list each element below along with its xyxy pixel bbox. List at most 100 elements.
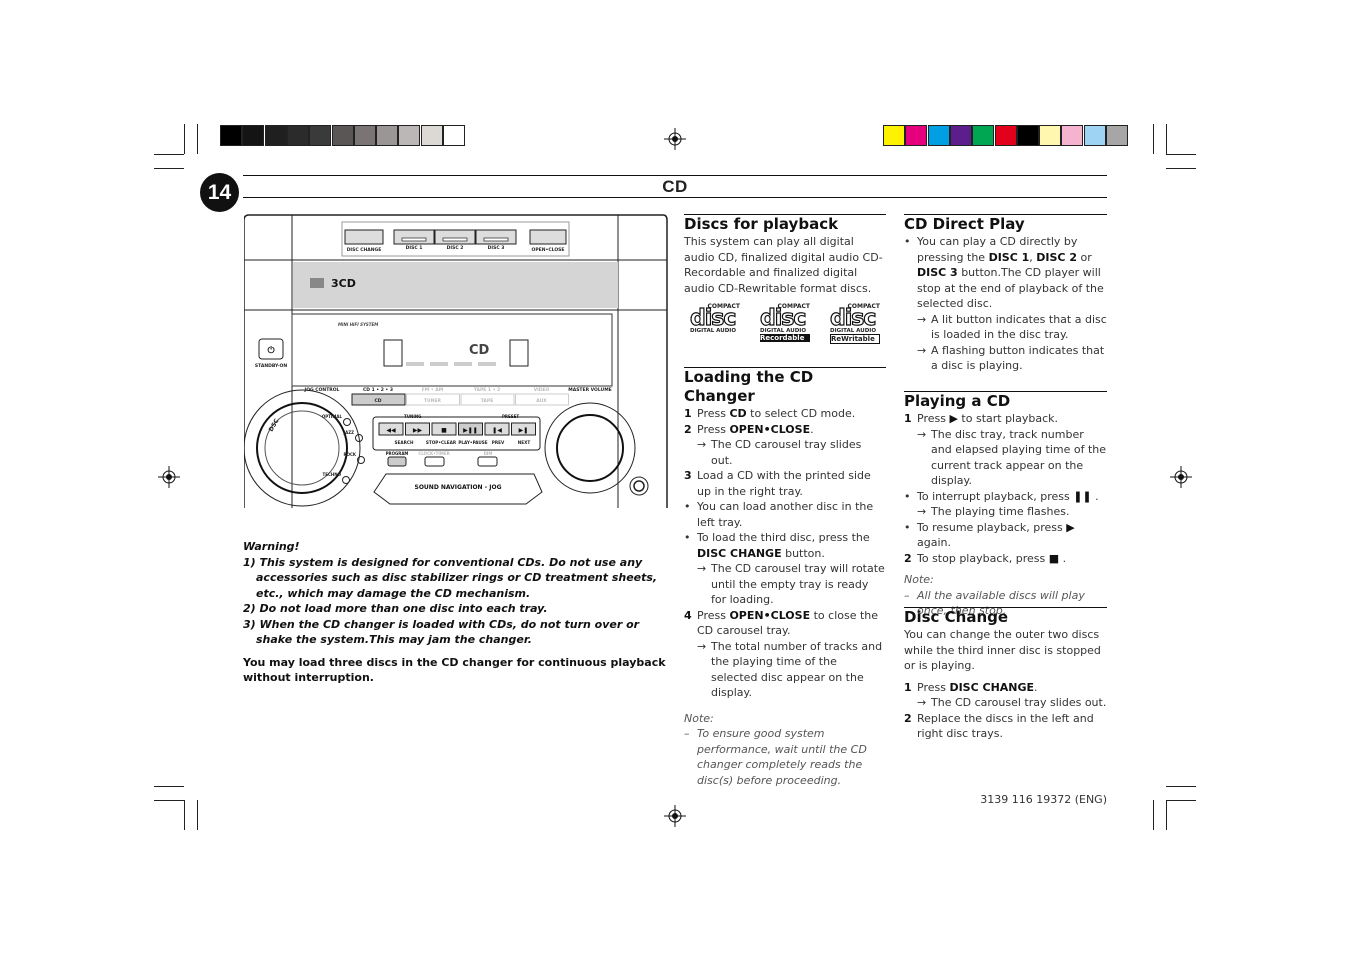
disc-change-steps: 1 Press DISC CHANGE. → The CD carousel tray… [904, 680, 1107, 742]
program-label: PROGRAM [386, 451, 409, 456]
text-segment: ▶ [1066, 520, 1075, 534]
list-item-bullet: • To interrupt playback, press ❚❚ . [904, 489, 1107, 505]
color-swatch [1016, 125, 1039, 146]
crop-mark [1166, 786, 1196, 787]
compact-disc-logo: COMPACT disc DIGITAL AUDIO Recordable [759, 303, 810, 347]
text-segment: The disc tray, track number and elapsed … [931, 427, 1107, 488]
disc-1-label: DISC 1 [406, 245, 423, 251]
sound-preset-label: ROCK [343, 452, 356, 457]
note-items: – To ensure good system performance, wait… [684, 726, 886, 788]
section-heading: Loading the CD Changer [684, 368, 814, 405]
color-swatch [420, 125, 443, 146]
title-rule-top [243, 175, 1107, 176]
list-item-arrow: → A lit button indicates that a disc is l… [904, 312, 1107, 343]
text-segment: A flashing button indicates that a disc … [931, 343, 1105, 373]
display-text: CD [469, 343, 490, 358]
list-item-arrow: → The disc tray, track number and elapsed… [904, 427, 1107, 489]
list-item-dash: – To ensure good system performance, wait… [684, 726, 886, 788]
crop-mark [1153, 800, 1154, 830]
text-segment: button. [781, 546, 825, 560]
transport-icon: ▶❚ [519, 427, 529, 434]
step-number: 1 [904, 680, 912, 694]
section-disc-change: Disc Change You can change the outer two… [904, 607, 1107, 742]
step-number: 2 [904, 551, 912, 565]
program-button [387, 456, 407, 467]
crop-mark [1166, 168, 1196, 169]
open-close-label: OPEN•CLOSE [532, 247, 565, 253]
transport-icon: ▶▶ [413, 427, 423, 434]
disc-2-button [434, 229, 476, 245]
section-playing-a-cd: Playing a CD 1 Press ▶ to start playback.… [904, 391, 1107, 619]
text-segment: ▶ [949, 412, 958, 425]
disc-3-button [475, 229, 517, 245]
text-segment: To load the third disc, press the [697, 531, 870, 544]
text-segment: Load a CD with the printed side up in th… [697, 469, 871, 498]
sound-preset-label: OPTIMAL [322, 414, 343, 419]
list-item-arrow: → The CD carousel tray will rotate until … [684, 561, 886, 608]
text-segment: . [1091, 489, 1099, 503]
source-label: VIDEO [534, 387, 550, 393]
text-segment: Press [697, 407, 730, 420]
source-label: FM • AM [422, 387, 444, 393]
color-swatch [309, 125, 332, 146]
warning-item: 3) When the CD changer is loaded with CD… [243, 617, 640, 647]
text-segment: DISC 1 [988, 250, 1030, 264]
color-swatch [972, 125, 995, 146]
text-segment: ❚❚ [1073, 489, 1092, 503]
text-segment: or [1076, 250, 1092, 264]
text-segment: again. [917, 536, 951, 549]
transport-label: STOP•CLEAR [426, 440, 457, 445]
warning-heading: Warning! [243, 540, 300, 553]
crop-mark [154, 786, 184, 787]
step-number: 4 [684, 608, 692, 622]
arrow-icon: → [697, 562, 707, 575]
list-item-bullet: • You can play a CD directly by pressing … [904, 234, 1107, 312]
bullet-icon: • [684, 531, 691, 544]
logo-format: ReWritable [830, 334, 880, 344]
clock-timer-label: CLOCK•TIMER [418, 451, 449, 456]
list-item-num: 1 Press CD to select CD mode. [684, 406, 886, 422]
source-button-label: CD [374, 398, 381, 404]
list-item-num: 4 Press OPEN•CLOSE to close the CD carous… [684, 608, 886, 639]
transport-icon: ▶❚❚ [463, 427, 478, 434]
sound-preset-button [343, 418, 351, 426]
direct-play-items: • You can play a CD directly by pressing … [904, 234, 1107, 374]
color-swatch [1061, 125, 1084, 146]
logo-main: disc [689, 306, 737, 331]
note-label: Note: [904, 573, 934, 586]
logo-format: Recordable [760, 334, 810, 342]
text-segment: to select CD mode. [746, 407, 856, 420]
load-summary: You may load three discs in the CD chang… [243, 655, 666, 685]
color-swatch [905, 125, 928, 146]
color-swatch [220, 125, 242, 146]
text-segment: CD [729, 407, 747, 420]
clock-timer-button [424, 456, 445, 467]
color-swatch [1083, 125, 1106, 146]
preset-label: PRESET [502, 414, 519, 419]
color-swatch [883, 125, 905, 146]
step-number: 3 [684, 469, 692, 482]
loading-steps: 1 Press CD to select CD mode. 2 Press OPEN•… [684, 406, 886, 701]
dim-button [477, 456, 498, 467]
arrow-icon: → [917, 343, 927, 357]
text-segment: To interrupt playback, press [917, 489, 1074, 503]
color-swatch [949, 125, 972, 146]
warning-block: Warning! 1) This system is designed for … [243, 539, 668, 686]
list-item-arrow: → The playing time flashes. [904, 504, 1107, 520]
note: Note: – To ensure good system performance… [684, 711, 886, 789]
step-number: – [904, 588, 910, 602]
headphone-jack [629, 476, 649, 496]
transport-icon: ■ [441, 427, 447, 434]
list-item-bullet: • You can load another disc in the left t… [684, 499, 886, 530]
transport-icon: ◀◀ [386, 427, 396, 434]
bullet-icon: • [904, 520, 911, 534]
text-segment: To ensure good system performance, wait … [697, 727, 867, 787]
crop-mark [184, 124, 185, 154]
text-segment: OPEN•CLOSE [729, 608, 811, 622]
page-title: CD [662, 177, 688, 196]
color-swatch [443, 125, 465, 146]
source-label: TAPE 1 • 2 [474, 387, 500, 393]
text-segment: The CD carousel tray will rotate until t… [711, 562, 885, 606]
color-swatch [331, 125, 354, 146]
color-swatch [927, 125, 950, 146]
